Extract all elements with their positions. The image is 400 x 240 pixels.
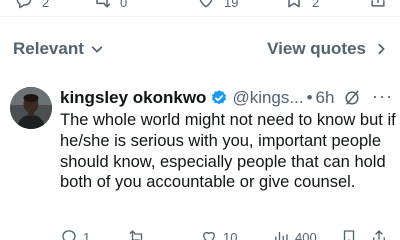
repost-button[interactable]	[128, 228, 151, 240]
share-button[interactable]	[370, 228, 388, 240]
display-name[interactable]: kingsley okonkwo	[60, 88, 206, 108]
like-count: 10	[223, 229, 238, 240]
parent-repost-button[interactable]: 0	[92, 0, 127, 10]
share-icon	[373, 230, 385, 240]
bookmark-icon	[288, 0, 300, 8]
reply-text: The whole world might not need to know b…	[60, 111, 396, 192]
verified-badge-icon	[210, 89, 228, 107]
tweet-thread-view: 2 0 19 2 Relevant View quotes kingsley o…	[0, 0, 400, 240]
parent-bookmark-button[interactable]: 2	[284, 0, 319, 10]
parent-reply-button[interactable]: 2	[14, 0, 49, 10]
parent-like-button[interactable]: 19	[196, 0, 238, 10]
views-count: 400	[295, 229, 317, 240]
reply-actions: 1 10 400	[0, 228, 400, 240]
like-button[interactable]: 10	[200, 228, 237, 240]
avatar[interactable]	[10, 87, 52, 129]
views-icon	[275, 231, 288, 240]
divider	[0, 16, 400, 17]
reply-icon	[16, 0, 32, 9]
relevant-sort-dropdown[interactable]: Relevant	[13, 39, 104, 59]
heart-icon	[203, 231, 215, 240]
view-quotes-link[interactable]: View quotes	[267, 39, 388, 59]
reply-icon	[62, 230, 76, 240]
timestamp[interactable]: 6h	[316, 88, 335, 108]
avatar-photo	[10, 87, 52, 129]
parent-bookmark-count: 2	[312, 0, 320, 10]
repost-icon	[129, 230, 143, 240]
grok-icon[interactable]	[342, 88, 362, 108]
repost-icon	[96, 0, 111, 8]
parent-repost-count: 0	[120, 0, 128, 10]
bookmark-icon	[343, 230, 355, 240]
parent-share-button[interactable]	[368, 0, 388, 10]
replies-filter-row: Relevant View quotes	[0, 36, 400, 66]
view-quotes-label: View quotes	[267, 39, 366, 58]
parent-like-count: 19	[224, 0, 239, 10]
share-icon	[371, 0, 385, 7]
user-handle[interactable]: @kings...	[232, 88, 303, 108]
separator-dot: •	[306, 88, 313, 107]
chevron-right-icon	[378, 43, 385, 55]
views-button[interactable]: 400	[272, 228, 317, 240]
reply-count: 1	[83, 229, 91, 240]
reply-button[interactable]: 1	[60, 228, 90, 240]
more-options-icon[interactable]: ···	[372, 86, 393, 107]
bookmark-button[interactable]	[340, 228, 358, 240]
chevron-down-icon	[91, 46, 103, 53]
reply-header: kingsley okonkwo @kings... • 6h	[60, 88, 334, 108]
relevant-label: Relevant	[13, 39, 84, 58]
heart-icon	[199, 0, 213, 8]
parent-reply-count: 2	[42, 0, 50, 10]
parent-tweet-actions: 2 0 19 2	[0, 0, 400, 10]
